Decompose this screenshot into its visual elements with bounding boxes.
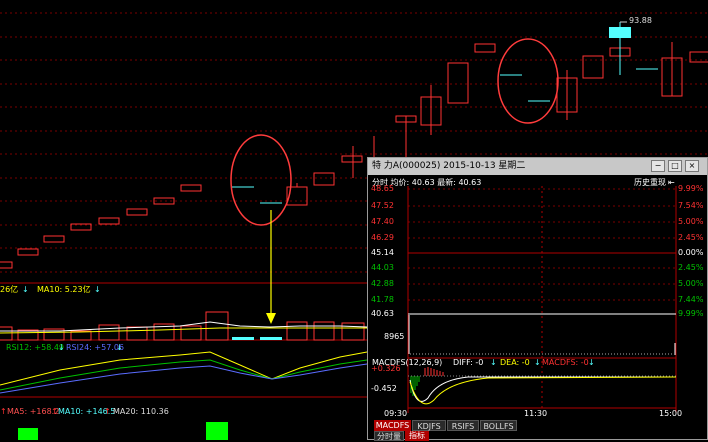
candle <box>17 248 39 256</box>
arrow-head <box>266 313 276 324</box>
pct-label: 7.54% <box>678 201 704 210</box>
candle <box>313 172 335 186</box>
pct-label: 5.00% <box>678 279 704 288</box>
peak-candle <box>609 27 631 38</box>
ma-up-arrow-icon: ↑ <box>0 407 7 416</box>
volume-bar <box>341 322 365 341</box>
price-label: 48.65 <box>371 184 394 193</box>
volume-bar <box>180 325 202 341</box>
price-label: 41.78 <box>371 295 394 304</box>
volume-bar-flat <box>232 337 254 340</box>
candle <box>341 155 363 163</box>
time-label: 15:00 <box>659 409 683 418</box>
pct-label: 5.00% <box>678 217 704 226</box>
time-label: 09:30 <box>384 409 408 418</box>
ma-text-3: MA20: 110.36 <box>113 407 169 416</box>
intraday-chart <box>407 186 677 413</box>
macd-level-label: +0.326 <box>371 364 401 373</box>
pct-label: 9.99% <box>678 184 704 193</box>
pct-label: 7.44% <box>678 295 704 304</box>
volume-text-1: 26亿 <box>0 285 19 294</box>
highlight-circle <box>497 38 559 124</box>
rsi-arrow-icon: ↓ <box>116 343 123 352</box>
macd-macdfs: MACDFS: -0 <box>542 358 589 367</box>
highlight-circle <box>230 134 292 226</box>
volume-arrow-icon: ↓ <box>22 285 29 294</box>
rsi-line-1 <box>0 351 368 386</box>
price-label: 45.14 <box>371 248 394 257</box>
price-label: 46.29 <box>371 233 394 242</box>
tab-macdfs[interactable]: MACDFS <box>374 420 411 431</box>
volume-bar <box>205 311 229 341</box>
price-label: 47.52 <box>371 201 394 210</box>
volume-bar <box>313 321 335 341</box>
rsi-arrow-icon: ↓ <box>58 343 65 352</box>
rsi-text-1: RSI12: +58.49 <box>6 343 65 352</box>
volume-bar <box>98 324 120 341</box>
macd-arrow-icon: ↓ <box>588 358 595 367</box>
price-label: 42.88 <box>371 279 394 288</box>
macd-diff-line <box>409 376 676 402</box>
macd-bar <box>18 428 38 440</box>
time-label: 11:30 <box>524 409 548 418</box>
pct-label: 9.99% <box>678 309 704 318</box>
tab-bollfs[interactable]: BOLLFS <box>480 420 517 431</box>
candle <box>98 217 120 225</box>
tab-rsifs[interactable]: RSIFS <box>447 420 479 431</box>
candle <box>447 62 469 104</box>
volume-ma-arrow-icon: ↓ <box>94 285 101 294</box>
volume-bar <box>0 326 13 341</box>
candle <box>126 208 148 216</box>
price-label: 40.63 <box>371 309 394 318</box>
candle <box>474 43 496 53</box>
ma-up-arrow-icon: ↑ <box>51 407 58 416</box>
macd-level-label: -0.452 <box>371 384 397 393</box>
macd-dea: DEA: -0 <box>500 358 530 367</box>
macd-arrow-icon: ↓ <box>490 358 497 367</box>
volume-text-2: MA10: 5.23亿 <box>37 285 91 294</box>
macd-arrow-icon: ↓ <box>534 358 541 367</box>
tab-kdjfs[interactable]: KDJFS <box>412 420 446 431</box>
ma-up-arrow-icon: ↑ <box>104 407 111 416</box>
candle <box>582 55 604 79</box>
volume-label: 8965 <box>384 332 405 341</box>
price-label: 44.03 <box>371 263 394 272</box>
pct-label: 2.45% <box>678 233 704 242</box>
volume-bar-flat <box>260 337 282 340</box>
intraday-popup-window[interactable]: 特 力A(000025) 2015-10-13 星期二 − □ × 分时 均价:… <box>367 157 708 441</box>
pct-label: 2.45% <box>678 263 704 272</box>
volume-bar <box>286 321 308 341</box>
candle <box>0 261 13 269</box>
macd-bar <box>206 422 228 440</box>
candle <box>43 235 65 243</box>
macd-diff: DIFF: -0 <box>453 358 484 367</box>
candle <box>180 184 202 192</box>
volume-bar <box>126 326 148 341</box>
price-label: 47.40 <box>371 217 394 226</box>
pct-label: 0.00% <box>678 248 704 257</box>
peak-price-label: 93.88 <box>629 16 652 25</box>
